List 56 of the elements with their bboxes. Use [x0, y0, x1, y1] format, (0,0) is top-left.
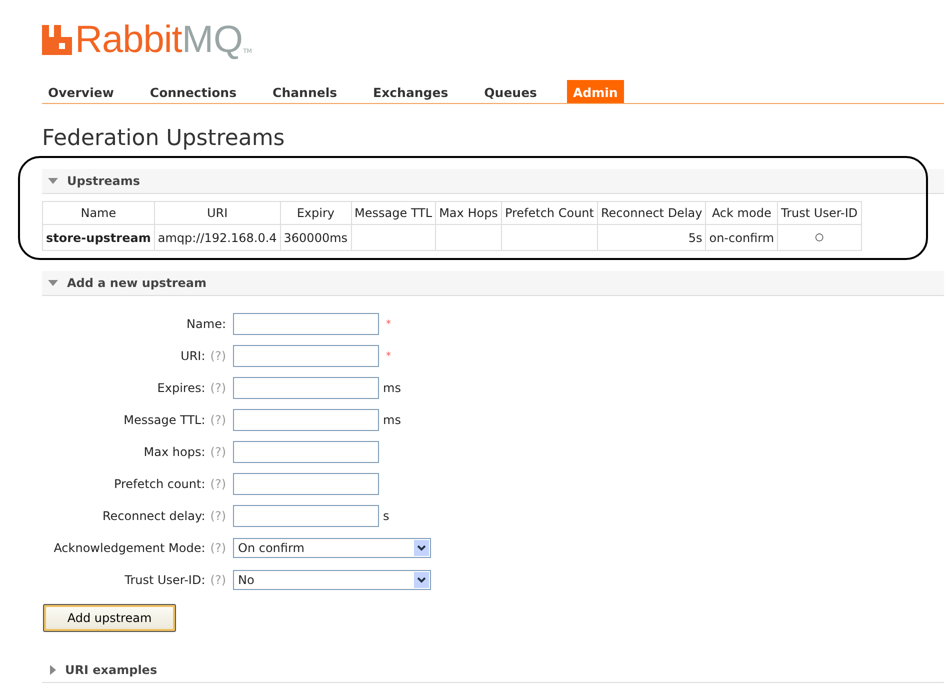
nav-tab[interactable]: Overview: [42, 80, 120, 103]
table-cell: 5s: [597, 224, 706, 250]
nav-tab[interactable]: Channels: [266, 80, 344, 103]
table-cell: 360000ms: [280, 224, 352, 250]
unit-label: s: [383, 509, 390, 523]
required-mark: *: [386, 350, 391, 362]
input-field[interactable]: [233, 441, 379, 463]
section-title: Add a new upstream: [67, 276, 207, 290]
logo-text: Rabbit: [75, 22, 182, 58]
field-label: Name:: [186, 317, 226, 331]
add-upstream-button[interactable]: Add upstream: [43, 604, 176, 632]
table-cell: amqp://192.168.0.4: [154, 224, 280, 250]
table-cell: store-upstream: [42, 224, 154, 250]
nav-tab[interactable]: Queues: [478, 80, 543, 103]
field-label: Acknowledgement Mode:: [54, 541, 206, 555]
dropdown[interactable]: No: [233, 570, 431, 590]
column-header: Name: [42, 202, 154, 224]
input-field[interactable]: [233, 313, 379, 335]
table-cell: [436, 224, 502, 250]
field-label: Message TTL:: [124, 413, 206, 427]
section-title: Upstreams: [67, 174, 140, 188]
section-header[interactable]: Upstreams: [42, 169, 944, 194]
column-header: URI: [154, 202, 280, 224]
nav-tab[interactable]: Connections: [144, 80, 243, 103]
section-title: URI examples: [65, 663, 158, 677]
chevron-icon: [414, 540, 429, 556]
input-field[interactable]: [233, 409, 379, 431]
field-label: Max hops:: [144, 445, 206, 459]
required-mark: *: [386, 318, 391, 330]
column-header: Expiry: [280, 202, 352, 224]
dropdown[interactable]: On confirm: [233, 538, 431, 558]
input-field[interactable]: [233, 505, 379, 527]
field-label: Reconnect delay:: [102, 509, 206, 523]
field-label: Trust User-ID:: [124, 573, 206, 587]
logo-icon: [42, 25, 72, 55]
column-header: Max Hops: [436, 202, 502, 224]
field-label: Expires:: [157, 381, 206, 395]
input-field[interactable]: [233, 473, 379, 495]
table-cell: on-confirm: [706, 224, 778, 250]
field-label: Prefetch count:: [114, 477, 206, 491]
nav-tab[interactable]: Exchanges: [367, 80, 454, 103]
unit-label: ms: [383, 413, 401, 427]
input-field[interactable]: [233, 345, 379, 367]
page-title: Federation Upstreams: [42, 126, 286, 151]
logo-text: MQ: [182, 22, 244, 58]
table-cell: ○: [778, 224, 862, 250]
column-header: Reconnect Delay: [597, 202, 706, 224]
field-label: URI:: [180, 349, 206, 363]
column-header: Trust User-ID: [778, 202, 862, 224]
input-field[interactable]: [233, 377, 379, 399]
column-header: Message TTL: [351, 202, 436, 224]
column-header: Prefetch Count: [501, 202, 598, 224]
chevron-icon: [414, 572, 429, 588]
column-header: Ack mode: [706, 202, 778, 224]
section-header[interactable]: Add a new upstream: [42, 271, 944, 296]
unit-label: ms: [383, 381, 401, 395]
